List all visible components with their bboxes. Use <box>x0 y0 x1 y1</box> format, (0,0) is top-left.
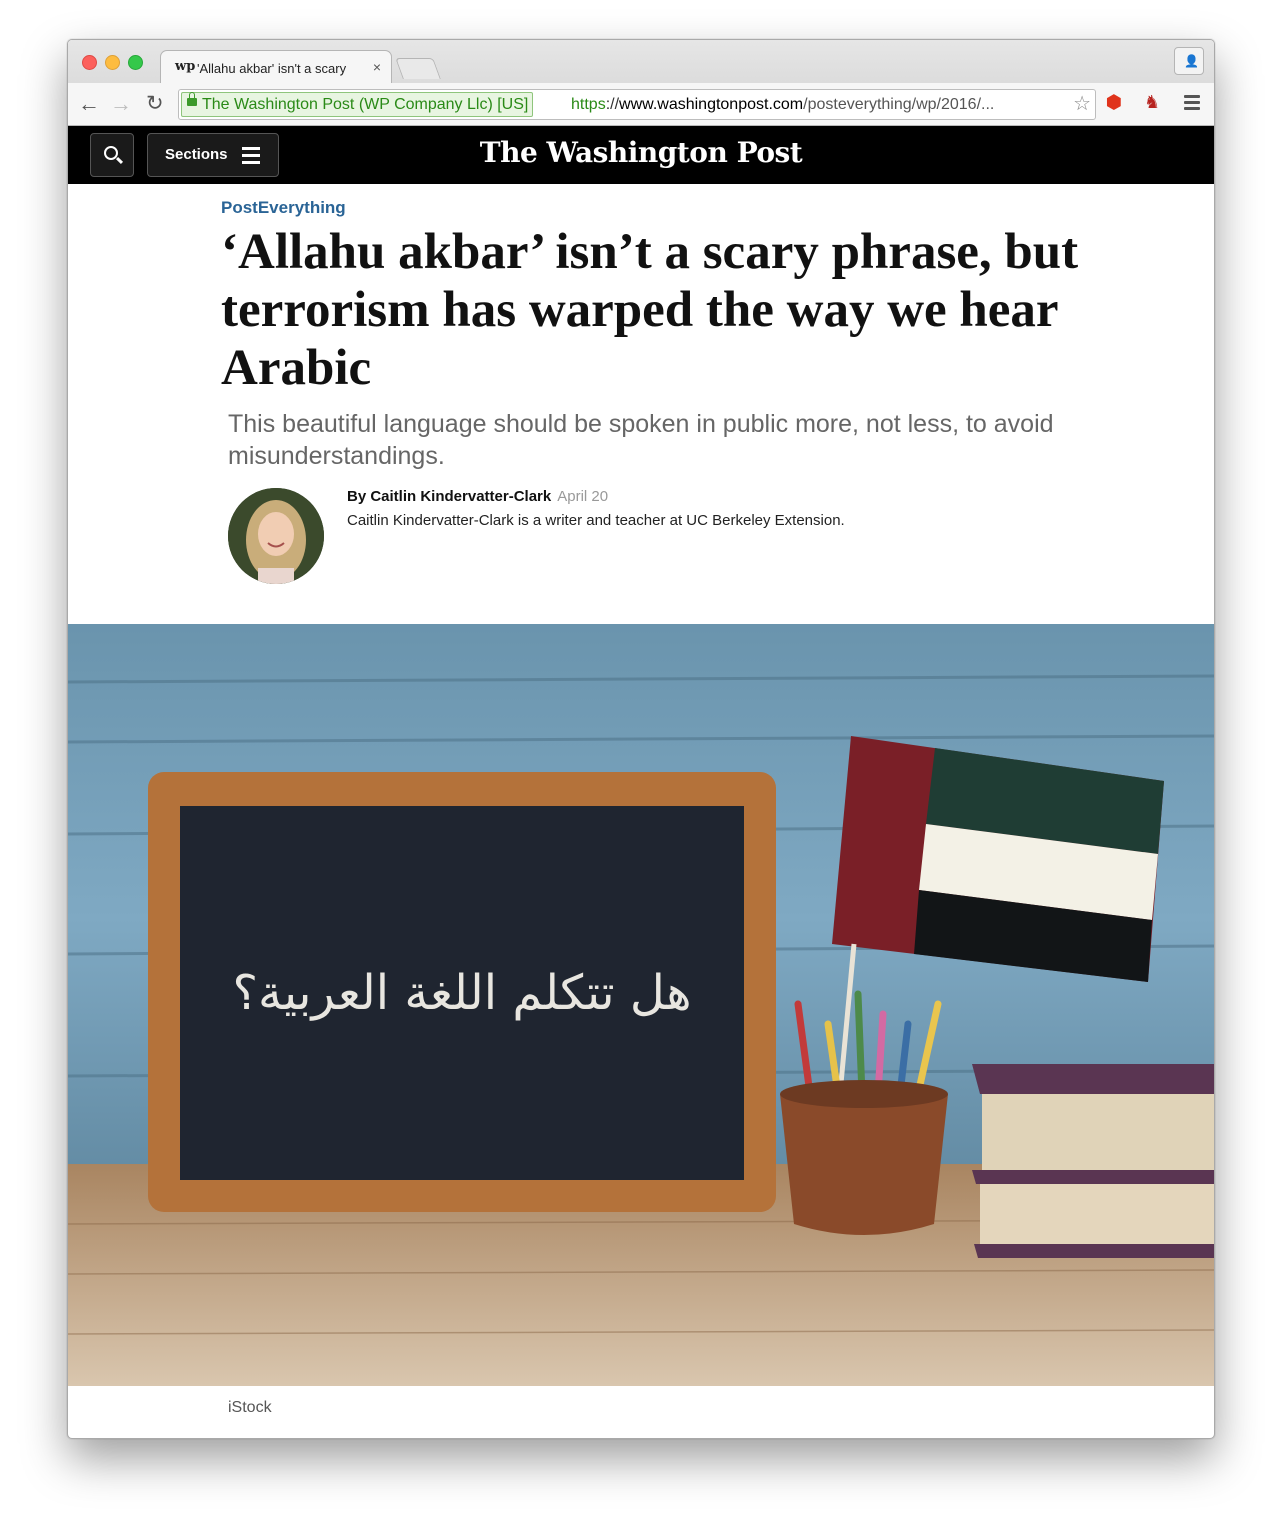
site-header: Sections The Washington Post <box>68 126 1214 184</box>
browser-tab[interactable]: wp 'Allahu akbar' isn't a scary × <box>160 50 392 85</box>
pocket-extension-icon[interactable]: ♞ <box>1144 92 1160 113</box>
chalkboard-text: هل تتكلم اللغة العربية؟ <box>232 965 691 1021</box>
close-window-button[interactable] <box>82 55 97 70</box>
ev-certificate-badge[interactable]: The Washington Post (WP Company Llc) [US… <box>181 92 534 117</box>
minimize-window-button[interactable] <box>105 55 120 70</box>
new-tab-button[interactable] <box>395 58 441 79</box>
url-separator: :// <box>605 96 620 113</box>
section-kicker[interactable]: PostEverything <box>221 198 346 218</box>
url-host: www.washingtonpost.com <box>619 96 804 113</box>
wp-favicon-icon: wp <box>175 59 196 74</box>
tab-bar: wp 'Allahu akbar' isn't a scary × 👤 <box>68 40 1214 85</box>
forward-arrow-icon[interactable]: → <box>110 91 132 117</box>
image-caption: iStock <box>228 1399 272 1416</box>
person-icon: 👤 <box>1184 54 1199 68</box>
site-logo[interactable]: The Washington Post <box>68 136 1214 169</box>
profile-button[interactable]: 👤 <box>1174 47 1204 75</box>
chrome-menu-icon[interactable] <box>1184 95 1200 113</box>
lock-icon <box>187 92 197 106</box>
zoom-window-button[interactable] <box>128 55 143 70</box>
ev-label: The Washington Post (WP Company Llc) [US… <box>202 96 529 113</box>
publish-date: April 20 <box>557 488 609 505</box>
hero-image: هل تتكلم اللغة العربية؟ <box>68 624 1214 1386</box>
back-arrow-icon[interactable]: ← <box>78 91 100 117</box>
address-bar[interactable]: The Washington Post (WP Company Llc) [US… <box>178 89 1096 120</box>
author-bio: Caitlin Kindervatter-Clark is a writer a… <box>347 512 845 529</box>
browser-window: wp 'Allahu akbar' isn't a scary × 👤 ← → … <box>67 39 1215 1439</box>
article-subheadline: This beautiful language should be spoken… <box>228 410 1054 470</box>
author-name[interactable]: By Caitlin Kindervatter-Clark <box>347 488 551 505</box>
article-headline: ‘Allahu akbar’ isn’t a scary phrase, but… <box>221 224 1079 396</box>
adblock-extension-icon[interactable]: ⬢ <box>1106 92 1122 113</box>
url-text[interactable]: https://www.washingtonpost.com/postevery… <box>571 90 994 119</box>
author-avatar[interactable] <box>228 488 324 584</box>
reload-icon[interactable]: ↻ <box>146 91 164 116</box>
tab-title: 'Allahu akbar' isn't a scary <box>197 61 347 76</box>
byline: By Caitlin Kindervatter-Clark April 20 <box>347 488 608 505</box>
bookmark-star-icon[interactable]: ☆ <box>1073 91 1091 116</box>
browser-toolbar: ← → ↻ The Washington Post (WP Company Ll… <box>68 83 1214 126</box>
url-scheme: https <box>571 96 606 113</box>
url-path: /posteverything/wp/2016/... <box>803 96 995 113</box>
tab-close-icon[interactable]: × <box>373 59 381 75</box>
